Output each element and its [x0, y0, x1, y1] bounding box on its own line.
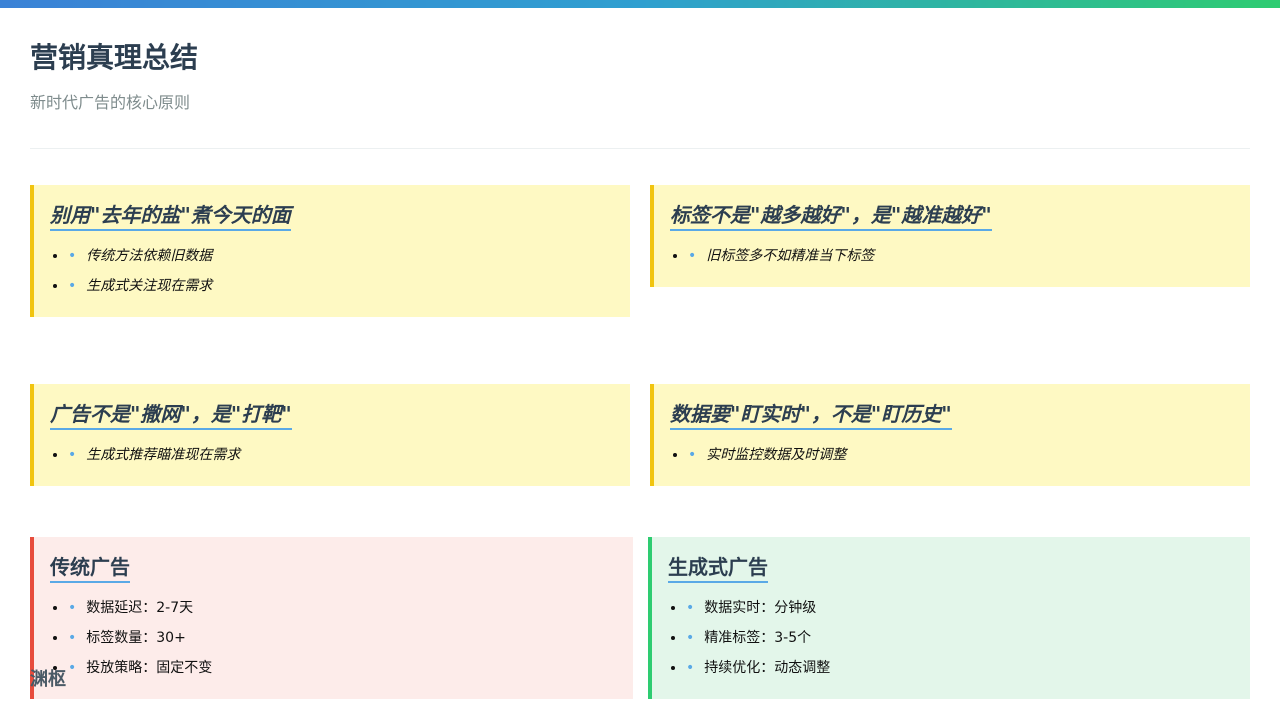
list-item: •生成式关注现在需求: [68, 271, 610, 301]
traditional-ads-card: 传统广告 •数据延迟：2-7天 •标签数量：30+ •投放策略：固定不变: [30, 537, 633, 699]
card-list: •数据延迟：2-7天 •标签数量：30+ •投放策略：固定不变: [68, 593, 613, 683]
watermark-logo: 渊枢: [30, 669, 66, 690]
bullet-icon: •: [686, 600, 695, 616]
card-title: 别用"去年的盐"煮今天的面: [50, 201, 291, 231]
card-list: •旧标签多不如精准当下标签: [688, 241, 1230, 271]
bullet-icon: •: [686, 660, 695, 676]
truth-card-targeting: 广告不是"撒网"，是"打靶" •生成式推荐瞄准现在需求: [30, 384, 630, 486]
list-item: •标签数量：30+: [68, 623, 613, 653]
header-divider: [30, 148, 1250, 149]
bullet-icon: •: [68, 630, 77, 646]
bullet-icon: •: [686, 630, 695, 646]
list-item: •传统方法依赖旧数据: [68, 241, 610, 271]
bullet-icon: •: [688, 248, 697, 264]
card-list: •数据实时：分钟级 •精准标签：3-5个 •持续优化：动态调整: [686, 593, 1230, 683]
card-title: 广告不是"撒网"，是"打靶": [50, 400, 292, 430]
list-item: •实时监控数据及时调整: [688, 440, 1230, 470]
bullet-icon: •: [68, 600, 77, 616]
card-list: •生成式推荐瞄准现在需求: [68, 440, 610, 470]
bullet-icon: •: [688, 447, 697, 463]
page-subtitle: 新时代广告的核心原则: [30, 93, 191, 112]
list-item: •精准标签：3-5个: [686, 623, 1230, 653]
truth-card-precise-tags: 标签不是"越多越好"，是"越准越好" •旧标签多不如精准当下标签: [650, 185, 1250, 287]
page-title: 营销真理总结: [30, 41, 199, 74]
list-item: •持续优化：动态调整: [686, 653, 1230, 683]
card-title: 数据要"盯实时"，不是"盯历史": [670, 400, 952, 430]
card-title: 生成式广告: [668, 553, 768, 583]
list-item: •旧标签多不如精准当下标签: [688, 241, 1230, 271]
top-accent-bar: [0, 0, 1280, 8]
bullet-icon: •: [68, 248, 77, 264]
truth-card-realtime-data: 数据要"盯实时"，不是"盯历史" •实时监控数据及时调整: [650, 384, 1250, 486]
bullet-icon: •: [68, 278, 77, 294]
bullet-icon: •: [68, 660, 77, 676]
list-item: •投放策略：固定不变: [68, 653, 613, 683]
card-list: •实时监控数据及时调整: [688, 440, 1230, 470]
bullet-icon: •: [68, 447, 77, 463]
card-title: 标签不是"越多越好"，是"越准越好": [670, 201, 992, 231]
card-title: 传统广告: [50, 553, 130, 583]
page-header: 营销真理总结 新时代广告的核心原则: [30, 40, 1250, 114]
list-item: •数据实时：分钟级: [686, 593, 1230, 623]
list-item: •数据延迟：2-7天: [68, 593, 613, 623]
card-list: •传统方法依赖旧数据 •生成式关注现在需求: [68, 241, 610, 301]
truth-card-stale-data: 别用"去年的盐"煮今天的面 •传统方法依赖旧数据 •生成式关注现在需求: [30, 185, 630, 317]
list-item: •生成式推荐瞄准现在需求: [68, 440, 610, 470]
generative-ads-card: 生成式广告 •数据实时：分钟级 •精准标签：3-5个 •持续优化：动态调整: [648, 537, 1250, 699]
